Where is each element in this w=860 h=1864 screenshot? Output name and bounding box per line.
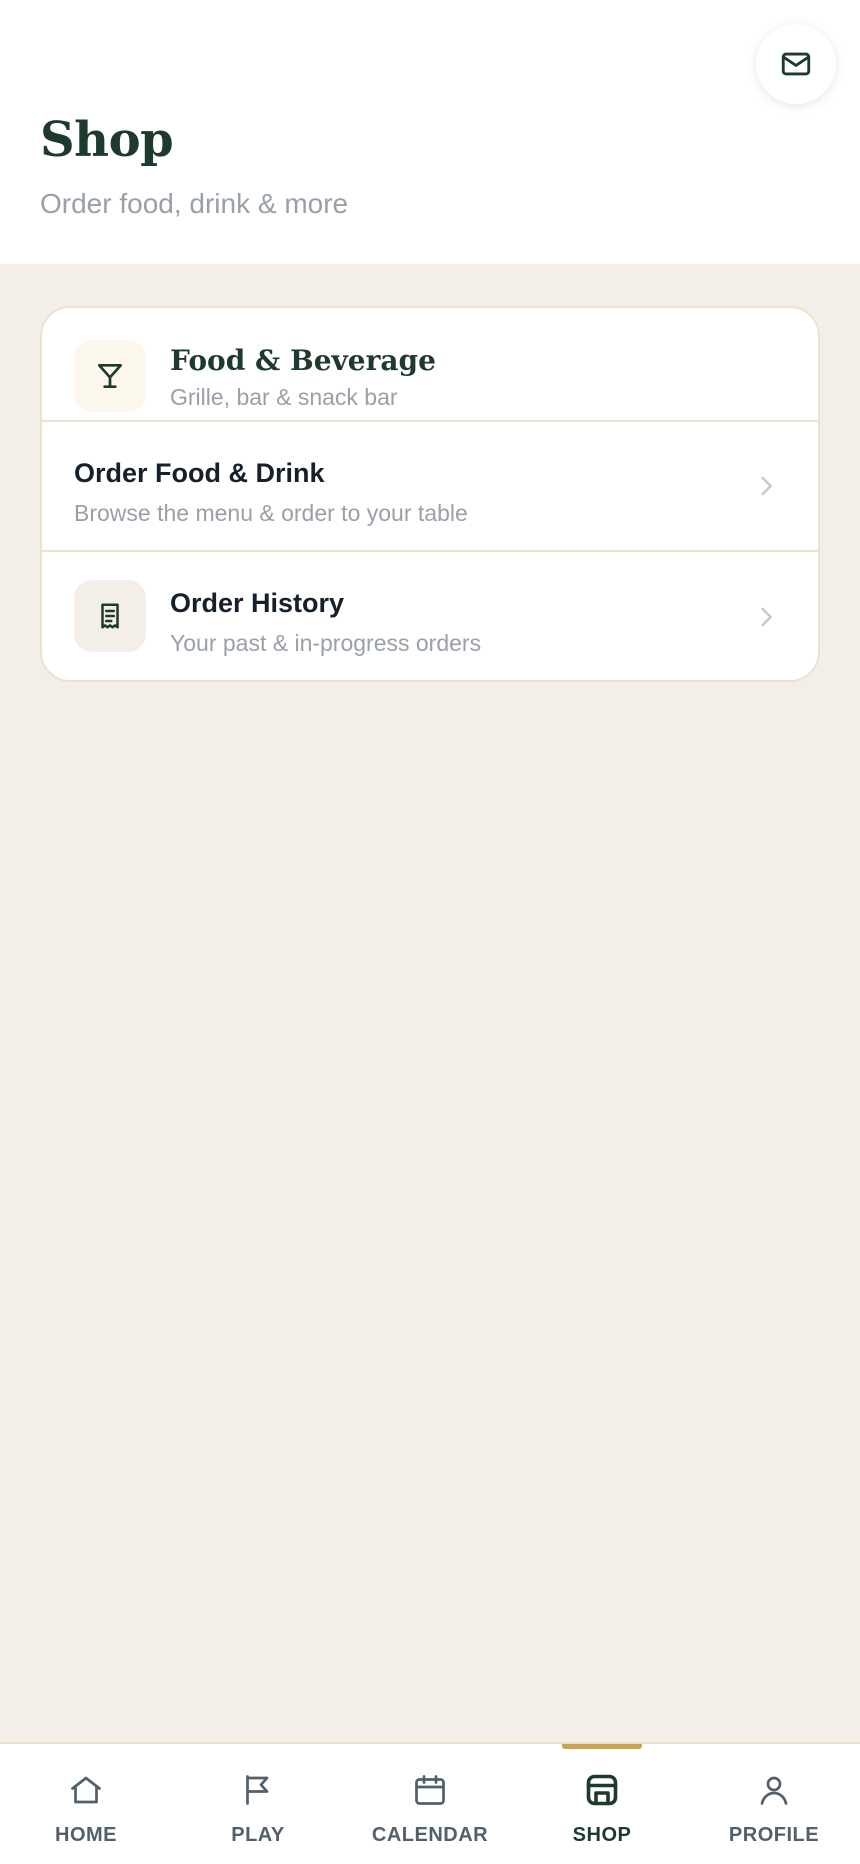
section-title: Food & Beverage	[170, 344, 436, 377]
cocktail-glass-icon	[98, 364, 122, 388]
order-food-drink-item[interactable]: Order Food & Drink Browse the menu & ord…	[42, 422, 818, 552]
calendar-icon	[412, 1772, 448, 1808]
section-icon-tile	[74, 340, 146, 412]
food-beverage-card: Food & Beverage Grille, bar & snack bar …	[40, 306, 820, 682]
tab-play[interactable]: PLAY	[172, 1744, 344, 1864]
receipt-icon	[101, 603, 119, 629]
section-header-food-beverage: Food & Beverage Grille, bar & snack bar	[42, 308, 818, 422]
tab-calendar[interactable]: CALENDAR	[344, 1744, 516, 1864]
bottom-tab-bar: HOME PLAY CALENDAR SHOP PROFILE	[0, 1742, 860, 1864]
tab-profile[interactable]: PROFILE	[688, 1744, 860, 1864]
tab-home-label: HOME	[55, 1824, 117, 1846]
tab-play-label: PLAY	[231, 1824, 285, 1846]
tab-shop[interactable]: SHOP	[516, 1744, 688, 1864]
home-icon	[68, 1772, 104, 1808]
profile-icon	[756, 1772, 792, 1808]
tab-home[interactable]: HOME	[0, 1744, 172, 1864]
mail-icon	[781, 52, 811, 76]
shop-icon	[584, 1772, 620, 1808]
tab-calendar-label: CALENDAR	[371, 1824, 489, 1846]
order-history-icon-tile	[74, 580, 146, 652]
flag-icon	[240, 1772, 276, 1808]
order-history-item[interactable]: Order History Your past & in-progress or…	[42, 552, 818, 680]
order-food-drink-subtitle: Browse the menu & order to your table	[74, 500, 468, 526]
order-history-subtitle: Your past & in-progress orders	[170, 630, 482, 656]
chevron-right-icon	[761, 607, 772, 627]
messages-button[interactable]	[756, 24, 836, 104]
chevron-right-icon	[761, 476, 772, 496]
tab-shop-label: SHOP	[572, 1824, 632, 1846]
tab-profile-label: PROFILE	[728, 1824, 820, 1846]
order-history-title: Order History	[170, 588, 345, 618]
page-header: Shop Order food, drink & more	[0, 0, 860, 264]
order-food-drink-title: Order Food & Drink	[74, 458, 325, 488]
page-subtitle: Order food, drink & more	[40, 188, 349, 219]
section-subtitle: Grille, bar & snack bar	[170, 384, 398, 410]
page-title: Shop	[40, 112, 174, 168]
